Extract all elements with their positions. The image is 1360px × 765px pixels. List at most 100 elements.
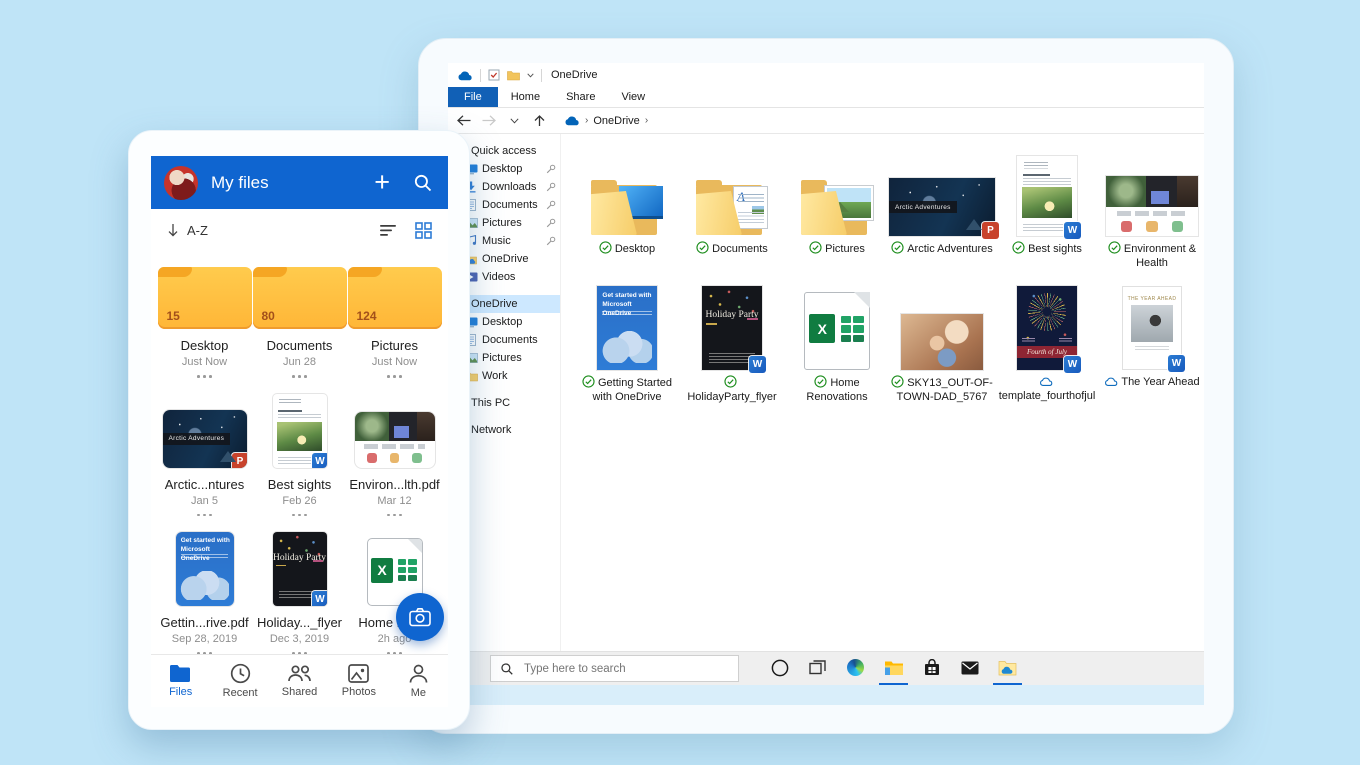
file-tile-best-sights[interactable]: WBest sightsFeb 26 xyxy=(252,390,347,517)
file-label: Environment & Health xyxy=(1101,241,1203,270)
properties-icon[interactable] xyxy=(488,69,500,81)
add-icon[interactable]: + xyxy=(374,169,390,196)
search-input[interactable] xyxy=(522,662,696,676)
taskbar-onedrive-icon[interactable] xyxy=(993,652,1022,685)
explorer-body: Quick accessDesktopDownloadsDocumentsPic… xyxy=(448,134,1204,651)
folder-tile-documents[interactable]: 80DocumentsJun 28 xyxy=(252,265,347,378)
thumbnail-odstart: Get started with Microsoft OneDrive xyxy=(597,286,657,370)
file-tile-holiday-flyer[interactable]: Holiday PartyWHoliday..._flyerDec 3, 201… xyxy=(252,528,347,655)
forward-icon[interactable] xyxy=(481,113,497,129)
file-item-documents[interactable]: ADocuments xyxy=(680,146,784,270)
folder-count: 124 xyxy=(357,309,377,323)
more-icon[interactable] xyxy=(387,514,402,517)
nav-item-me[interactable]: Me xyxy=(389,655,448,707)
w-badge-icon: W xyxy=(312,453,327,468)
thumbnail-sway xyxy=(355,412,435,468)
ribbon-tab-home[interactable]: Home xyxy=(498,87,553,107)
file-item-desktop[interactable]: Desktop xyxy=(575,146,679,270)
folder-icon: 15 xyxy=(158,267,252,329)
tile-name: Gettin...rive.pdf xyxy=(160,615,248,630)
more-icon[interactable] xyxy=(197,514,212,517)
file-item-arctic-adventures[interactable]: Arctic AdventuresP Arctic Adventures xyxy=(890,146,994,270)
file-item-environment-health[interactable]: Environment & Health xyxy=(1100,146,1204,270)
up-icon[interactable] xyxy=(531,113,547,129)
taskbar-search[interactable] xyxy=(490,655,739,682)
grid-view-icon[interactable] xyxy=(415,222,432,239)
nav-item-shared[interactable]: Shared xyxy=(270,655,329,707)
file-tile-gettin-rive-pdf[interactable]: Get started with Microsoft OneDrive Getti… xyxy=(157,528,252,655)
file-item-pictures[interactable]: Pictures xyxy=(785,146,889,270)
thumbnail-arctic: Arctic AdventuresP xyxy=(889,178,995,236)
tile-name: Environ...lth.pdf xyxy=(349,477,439,492)
sync-check-icon xyxy=(809,241,822,254)
search-icon[interactable] xyxy=(413,173,433,193)
onedrive-cloud-icon xyxy=(457,70,473,81)
tablet-device: OneDrive FileHomeShareView › OneDrive › xyxy=(418,38,1234,734)
nav-item-photos[interactable]: Photos xyxy=(329,655,388,707)
taskbar-task-view-icon[interactable] xyxy=(803,652,832,685)
folder-icon-pictures xyxy=(799,178,875,236)
file-item-getting-started-with-onedrive[interactable]: Get started with Microsoft OneDrive Getti… xyxy=(575,280,679,404)
file-tile-arctic-ntures[interactable]: Arctic AdventuresPArctic...nturesJan 5 xyxy=(157,390,252,517)
explorer-window: OneDrive FileHomeShareView › OneDrive › xyxy=(448,63,1204,651)
files-icon xyxy=(169,664,192,683)
ribbon-tab-file[interactable]: File xyxy=(448,87,498,107)
me-icon xyxy=(409,664,428,684)
file-item-best-sights[interactable]: WBest sights xyxy=(995,146,1099,270)
qat-dropdown-icon[interactable] xyxy=(527,73,534,78)
taskbar-icons xyxy=(765,652,1022,685)
file-item-template-fourthofjul[interactable]: Fourth of JulyWtemplate_fourthofjul xyxy=(995,280,1099,404)
pin-icon xyxy=(545,236,556,246)
tile-name: Arctic...ntures xyxy=(165,477,244,492)
camera-icon xyxy=(409,607,431,627)
file-label: SKY13_OUT-OF-TOWN-DAD_5767 xyxy=(891,375,993,404)
tile-date: Just Now xyxy=(182,356,227,368)
file-label: Home Renovations xyxy=(786,375,888,404)
taskbar-file-explorer-icon[interactable] xyxy=(879,652,908,685)
taskbar-cortana-icon[interactable] xyxy=(765,652,794,685)
windows-taskbar xyxy=(448,651,1204,685)
thumbnail-odstart: Get started with Microsoft OneDrive xyxy=(176,532,234,606)
more-icon[interactable] xyxy=(292,375,307,378)
thumbnail-holiday: Holiday PartyW xyxy=(702,286,762,370)
taskbar-store-icon[interactable] xyxy=(917,652,946,685)
file-tile-environ-lth-pdf[interactable]: Environ...lth.pdfMar 12 xyxy=(347,390,442,517)
ribbon-tab-view[interactable]: View xyxy=(608,87,658,107)
sort-label[interactable]: A-Z xyxy=(187,223,371,238)
more-icon[interactable] xyxy=(292,514,307,517)
avatar[interactable] xyxy=(164,166,198,200)
ribbon-tab-share[interactable]: Share xyxy=(553,87,608,107)
pin-icon xyxy=(545,218,556,228)
sync-cloud-icon xyxy=(1039,376,1053,387)
taskbar-edge-icon[interactable] xyxy=(841,652,870,685)
file-item-holidayparty-flyer[interactable]: Holiday PartyWHolidayParty_flyer xyxy=(680,280,784,404)
new-folder-icon[interactable] xyxy=(507,70,520,81)
breadcrumb[interactable]: › OneDrive › xyxy=(564,115,648,127)
tile-date: Sep 28, 2019 xyxy=(172,633,237,645)
tablet-screen: OneDrive FileHomeShareView › OneDrive › xyxy=(448,63,1204,705)
more-icon[interactable] xyxy=(387,375,402,378)
file-item-sky13-out-of-town-dad-5767[interactable]: SKY13_OUT-OF-TOWN-DAD_5767 xyxy=(890,280,994,404)
p-badge-icon: P xyxy=(232,453,247,468)
sync-check-icon xyxy=(724,375,737,388)
recent-locations-icon[interactable] xyxy=(506,113,522,129)
folder-count: 80 xyxy=(262,309,275,323)
back-icon[interactable] xyxy=(456,113,472,129)
more-icon[interactable] xyxy=(197,375,212,378)
file-label: Getting Started with OneDrive xyxy=(576,375,678,404)
tile-name: Best sights xyxy=(268,477,332,492)
nav-item-recent[interactable]: Recent xyxy=(210,655,269,707)
sync-cloud-icon xyxy=(1104,376,1118,387)
file-label: Arctic Adventures xyxy=(891,241,993,256)
file-item-the-year-ahead[interactable]: THE YEAR AHEADWThe Year Ahead xyxy=(1100,280,1204,404)
folder-tile-pictures[interactable]: 124PicturesJust Now xyxy=(347,265,442,378)
taskbar-mail-icon[interactable] xyxy=(955,652,984,685)
file-item-home-renovations[interactable]: XHome Renovations xyxy=(785,280,889,404)
nav-item-files[interactable]: Files xyxy=(151,655,210,707)
explorer-titlebar: OneDrive xyxy=(448,63,1204,87)
folder-tile-desktop[interactable]: 15DesktopJust Now xyxy=(157,265,252,378)
sort-arrow-icon[interactable] xyxy=(167,223,179,237)
list-view-icon[interactable] xyxy=(379,224,397,237)
bottom-nav: FilesRecentSharedPhotosMe xyxy=(151,654,448,707)
camera-fab[interactable] xyxy=(396,593,444,641)
